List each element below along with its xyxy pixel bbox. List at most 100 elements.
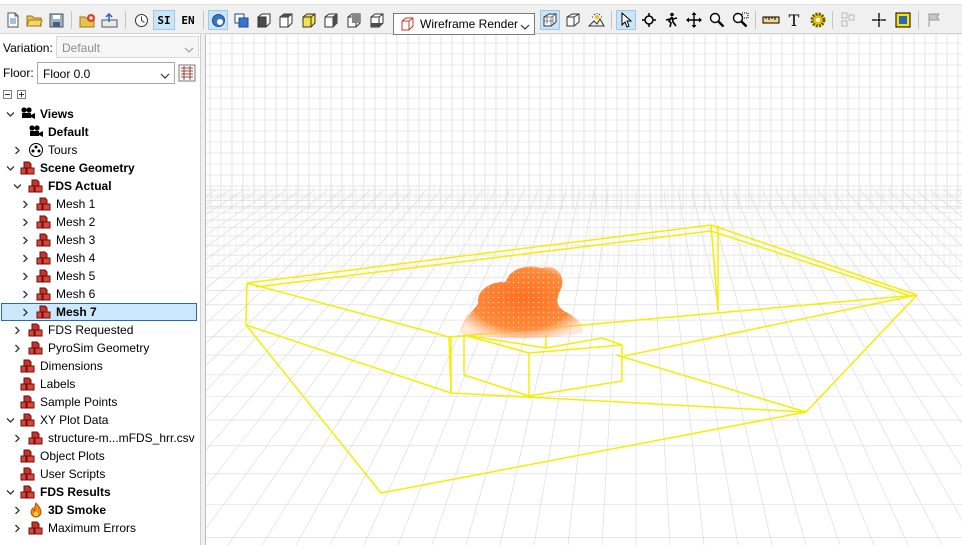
render-mode-select[interactable]: Wireframe Render [393, 13, 535, 35]
fit-view-icon[interactable] [893, 10, 913, 30]
wireframe-edge [245, 324, 452, 394]
fire-plume [461, 266, 584, 339]
tree-item-fds-actual[interactable]: FDS Actual [0, 177, 200, 195]
blocks-icon [28, 178, 44, 194]
tree-item-sample-points[interactable]: Sample Points [0, 393, 200, 411]
text-tool-button[interactable]: T [784, 10, 804, 30]
en-units-button[interactable]: EN [177, 10, 199, 30]
wireframe-edge [623, 294, 918, 357]
tree-item-fds-requested[interactable]: FDS Requested [0, 321, 200, 339]
navigation-tree: Views Default Tours Scene Geometry FDS A… [0, 105, 200, 537]
outline-mode-icon[interactable] [563, 10, 583, 30]
floor-settings-icon[interactable] [178, 64, 196, 82]
pan-icon[interactable] [684, 10, 704, 30]
roam-icon[interactable] [639, 10, 659, 30]
tree-item-mesh-5[interactable]: Mesh 5 [0, 267, 200, 285]
collapse-all-button[interactable] [3, 90, 12, 99]
tree-item-fds-results[interactable]: FDS Results [0, 483, 200, 501]
chevron-down-icon [160, 69, 170, 83]
walk-icon[interactable] [661, 10, 681, 30]
zoom-icon[interactable] [707, 10, 727, 30]
grid-line [465, 189, 567, 545]
shaded-mode-icon[interactable] [540, 10, 560, 30]
grid-line [845, 189, 962, 328]
new-file-icon[interactable] [3, 10, 23, 30]
variation-row: Variation: Default [0, 36, 201, 58]
align-disabled-icon[interactable] [838, 10, 858, 30]
tree-item-xy-plot-data[interactable]: XY Plot Data [0, 411, 200, 429]
wireframe-edge [805, 294, 918, 413]
settings-gear-icon[interactable] [808, 10, 828, 30]
tree-item-default-view[interactable]: Default [0, 123, 200, 141]
tree-item-mesh-7[interactable]: Mesh 7 [1, 303, 197, 321]
wireframe-edge [255, 230, 712, 288]
wireframe-edge [601, 337, 623, 346]
grid-line [733, 189, 875, 545]
tree-item-views[interactable]: Views [0, 105, 200, 123]
wireframe-edge [463, 374, 530, 397]
center-icon[interactable] [869, 10, 889, 30]
view-back-icon[interactable] [320, 10, 340, 30]
main-toolbar: SI EN Wireframe Render T [0, 5, 962, 35]
tree-item-pyrosim-geometry[interactable]: PyroSim Geometry [0, 339, 200, 357]
select-pointer-icon[interactable] [616, 10, 636, 30]
3d-viewport[interactable] [205, 35, 962, 545]
blocks-icon [20, 394, 36, 410]
tree-item-hrr-csv[interactable]: structure-m...mFDS_hrr.csv [0, 429, 200, 447]
film-reel-icon [28, 142, 44, 158]
view-left-icon[interactable] [298, 10, 318, 30]
blocks-icon [36, 304, 52, 320]
view-right-icon[interactable] [343, 10, 363, 30]
blocks-icon [36, 250, 52, 266]
view-bottom-icon[interactable] [366, 10, 386, 30]
import-icon[interactable] [77, 10, 97, 30]
grid-line [206, 189, 427, 451]
grid-line [206, 189, 301, 260]
wireframe-cube-icon [400, 17, 414, 34]
grid-line [831, 189, 962, 356]
tree-item-3d-smoke[interactable]: 3D Smoke [0, 501, 200, 519]
orbit-view-icon[interactable] [208, 10, 228, 30]
tree-item-maximum-errors[interactable]: Maximum Errors [0, 519, 200, 537]
wireframe-edge [246, 224, 712, 284]
grid-line [206, 189, 371, 344]
grid-line [873, 189, 962, 283]
blocks-icon [36, 286, 52, 302]
wireframe-edge [710, 224, 918, 296]
export-icon[interactable] [99, 10, 119, 30]
tree-item-dimensions[interactable]: Dimensions [0, 357, 200, 375]
wireframe-edge [710, 224, 719, 312]
save-icon[interactable] [46, 10, 66, 30]
view-reset-icon[interactable] [231, 10, 251, 30]
tree-item-mesh-1[interactable]: Mesh 1 [0, 195, 200, 213]
expand-all-button[interactable] [17, 90, 26, 99]
wireframe-edge [545, 337, 603, 349]
tree-item-object-plots[interactable]: Object Plots [0, 447, 200, 465]
lighting-icon[interactable] [586, 10, 606, 30]
scene-canvas[interactable] [206, 35, 962, 545]
si-units-button[interactable]: SI [153, 10, 175, 30]
tree-item-mesh-2[interactable]: Mesh 2 [0, 213, 200, 231]
floor-select[interactable]: Floor 0.0 [37, 62, 175, 84]
view-front-icon[interactable] [275, 10, 295, 30]
ruler-icon[interactable] [761, 10, 781, 30]
tree-item-tours[interactable]: Tours [0, 141, 200, 159]
view-top-icon[interactable] [253, 10, 273, 30]
tree-item-mesh-3[interactable]: Mesh 3 [0, 231, 200, 249]
variation-select[interactable]: Default [56, 36, 199, 58]
tree-item-labels[interactable]: Labels [0, 375, 200, 393]
open-folder-icon[interactable] [24, 10, 44, 30]
floor-label: Floor: [3, 66, 34, 80]
back-wall-grid [206, 35, 962, 210]
tree-item-scene-geometry[interactable]: Scene Geometry [0, 159, 200, 177]
zoom-box-icon[interactable] [730, 10, 750, 30]
navigation-panel: Variation: Default Floor: Floor 0.0 View… [0, 34, 201, 545]
tree-item-mesh-6[interactable]: Mesh 6 [0, 285, 200, 303]
grid-line [206, 189, 343, 306]
grid-line [206, 189, 441, 488]
clock-icon[interactable] [131, 10, 151, 30]
tree-item-user-scripts[interactable]: User Scripts [0, 465, 200, 483]
blocks-icon [20, 448, 36, 464]
tree-item-mesh-4[interactable]: Mesh 4 [0, 249, 200, 267]
flag-disabled-icon[interactable] [925, 10, 945, 30]
